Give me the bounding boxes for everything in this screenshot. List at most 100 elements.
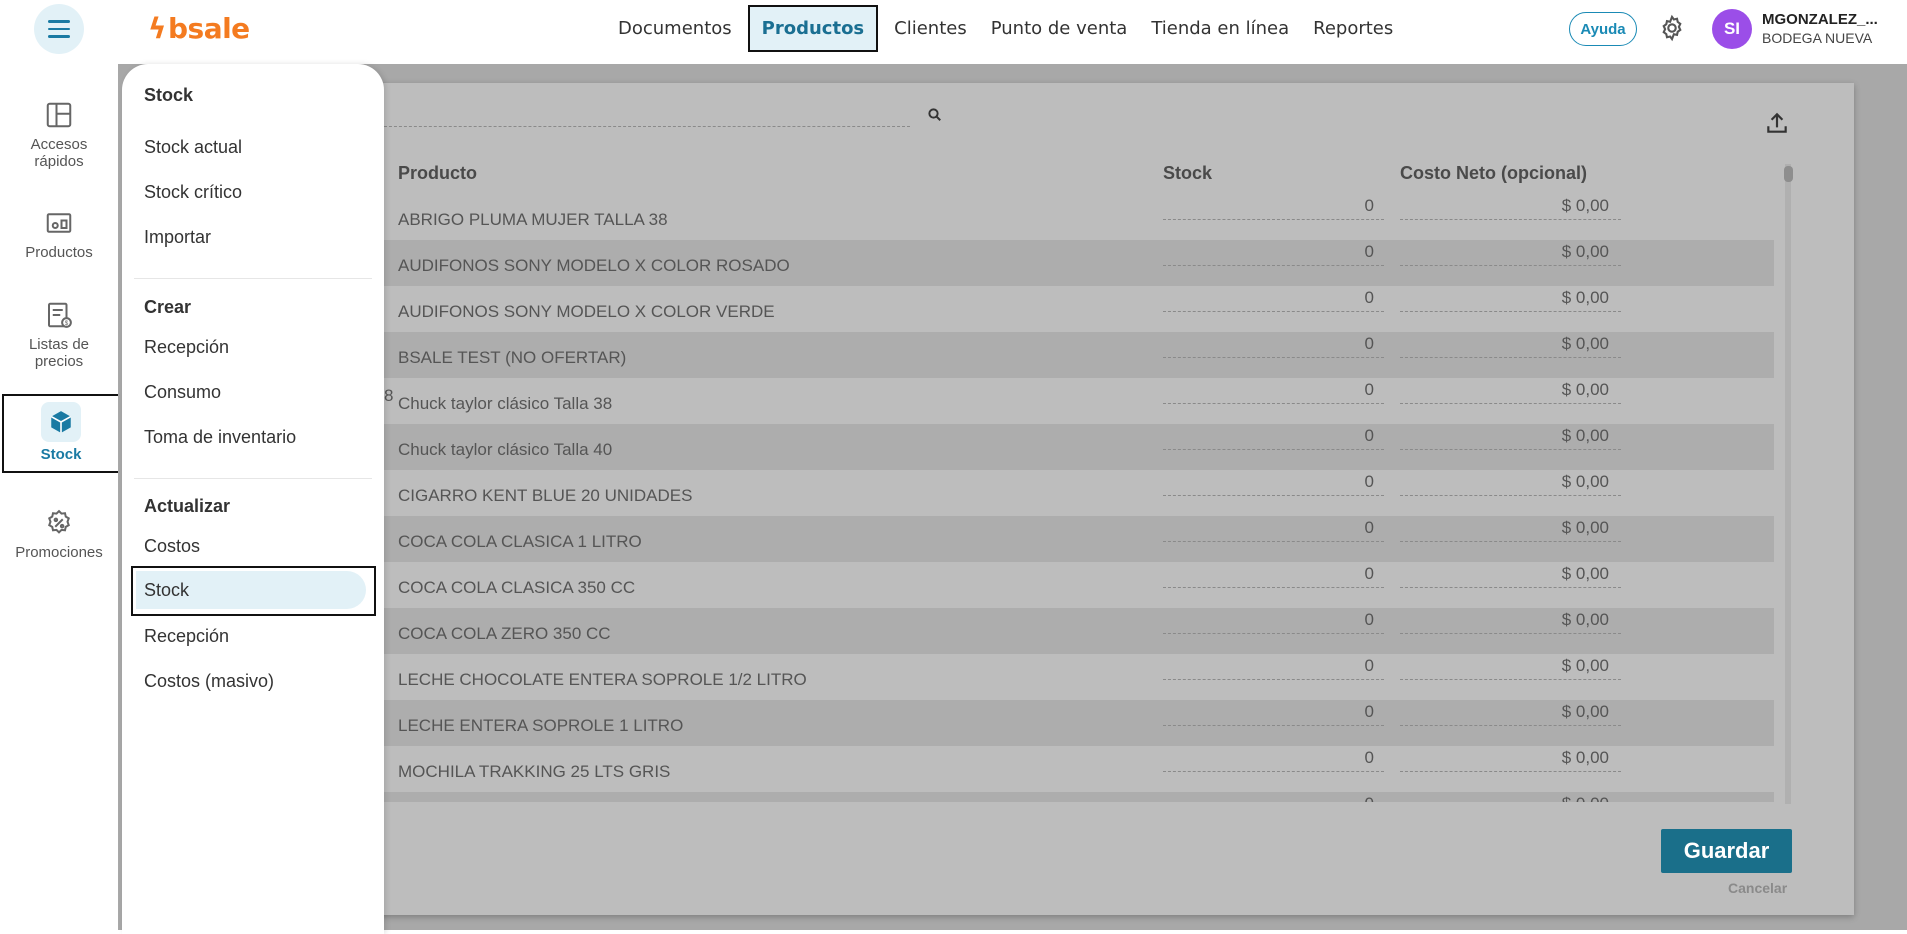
hamburger-icon bbox=[48, 18, 70, 41]
stray-text: 8 bbox=[384, 386, 394, 405]
product-name: COCA COLA ZERO 350 CC bbox=[398, 624, 611, 643]
sidebar-item-stock[interactable]: Stock bbox=[2, 394, 120, 473]
bolt-icon: ϟ bbox=[148, 12, 166, 45]
avatar[interactable]: SI bbox=[1712, 9, 1752, 49]
cost-input[interactable]: $ 0,00 bbox=[1400, 518, 1621, 542]
sidebar-item-accesos-rapidos[interactable]: Accesos rápidos bbox=[0, 100, 118, 170]
price-list-icon: $ bbox=[48, 302, 72, 328]
nav-reportes[interactable]: Reportes bbox=[1301, 10, 1405, 47]
bsale-logo[interactable]: ϟ bsale bbox=[148, 12, 250, 45]
stock-input[interactable]: 0 bbox=[1163, 334, 1384, 358]
stock-input[interactable]: 0 bbox=[1163, 472, 1384, 496]
menu-item-stock-critico[interactable]: Stock crítico bbox=[144, 182, 242, 203]
cost-input[interactable]: $ 0,00 bbox=[1400, 656, 1621, 680]
cost-input[interactable]: $ 0,00 bbox=[1400, 610, 1621, 634]
stock-input[interactable]: 0 bbox=[1163, 518, 1384, 542]
cancel-link[interactable]: Cancelar bbox=[1728, 880, 1787, 896]
search-input[interactable] bbox=[384, 126, 910, 127]
column-header-costo-neto: Costo Neto (opcional) bbox=[1400, 163, 1587, 183]
nav-documentos[interactable]: Documentos bbox=[606, 10, 744, 47]
upload-icon[interactable] bbox=[1764, 110, 1790, 136]
product-name: COCA COLA CLASICA 1 LITRO bbox=[398, 532, 642, 551]
table-row: COCA COLA CLASICA 1 LITRO 0 $ 0,00 bbox=[340, 516, 1774, 562]
cost-input[interactable]: $ 0,00 bbox=[1400, 380, 1621, 404]
stock-input[interactable]: 0 bbox=[1163, 564, 1384, 588]
product-name: LECHE ENTERA SOPROLE 1 LITRO bbox=[398, 716, 684, 735]
stock-input[interactable]: 0 bbox=[1163, 242, 1384, 266]
cost-input[interactable]: $ 0,00 bbox=[1400, 334, 1621, 358]
menu-section-crear: Crear bbox=[144, 297, 192, 317]
search-icon[interactable] bbox=[926, 106, 944, 124]
store-name: BODEGA NUEVA bbox=[1762, 30, 1873, 46]
nav-clientes[interactable]: Clientes bbox=[882, 10, 979, 47]
main-nav: Documentos Productos Clientes Punto de v… bbox=[606, 0, 1405, 56]
box-icon bbox=[50, 411, 72, 433]
menu-item-costos-masivo[interactable]: Costos (masivo) bbox=[144, 671, 274, 692]
sidebar-item-listas-de-precios[interactable]: $ Listas de precios bbox=[0, 300, 118, 370]
menu-section-actualizar: Actualizar bbox=[144, 496, 231, 516]
menu-item-toma-de-inventario[interactable]: Toma de inventario bbox=[144, 427, 296, 448]
user-info[interactable]: MGONZALEZ_... BODEGA NUEVA bbox=[1762, 10, 1878, 48]
table-row: COCA COLA CLASICA 350 CC 0 $ 0,00 bbox=[340, 562, 1774, 608]
table-row: LECHE ENTERA SOPROLE 1 LITRO 0 $ 0,00 bbox=[340, 700, 1774, 746]
menu-item-label: Stock bbox=[144, 580, 190, 600]
menu-item-actualizar-recepcion[interactable]: Recepción bbox=[144, 626, 229, 647]
nav-productos[interactable]: Productos bbox=[747, 4, 879, 52]
table-row: BSALE TEST (NO OFERTAR) 0 $ 0,00 bbox=[340, 332, 1774, 378]
help-button[interactable]: Ayuda bbox=[1569, 12, 1637, 46]
menu-item-recepcion[interactable]: Recepción bbox=[144, 337, 229, 358]
sidebar-label: Stock bbox=[40, 446, 82, 463]
cost-input[interactable]: $ 0,00 bbox=[1400, 288, 1621, 312]
table-scrollbar-track[interactable] bbox=[1785, 164, 1791, 804]
table-row: Chuck taylor clásico Talla 38 0 $ 0,00 bbox=[340, 378, 1774, 424]
menu-item-consumo[interactable]: Consumo bbox=[144, 382, 221, 403]
menu-item-importar[interactable]: Importar bbox=[144, 227, 211, 248]
cost-input[interactable]: $ 0,00 bbox=[1400, 702, 1621, 726]
gear-icon[interactable] bbox=[1658, 14, 1686, 42]
save-button[interactable]: Guardar bbox=[1661, 829, 1792, 873]
user-name: MGONZALEZ_... bbox=[1762, 11, 1878, 28]
logo-text: bsale bbox=[167, 12, 250, 45]
product-table: ABRIGO PLUMA MUJER TALLA 38 0 $ 0,00 AUDIF… bbox=[340, 194, 1774, 802]
sidebar-label: precios bbox=[34, 353, 84, 370]
stock-dropdown-menu: Stock Stock actual Stock crítico Importa… bbox=[122, 64, 384, 934]
table-row: MOCHILA TRAKKING 25 LTS GRIS 0 $ 0,00 bbox=[340, 746, 1774, 792]
menu-item-actualizar-stock[interactable]: Stock bbox=[131, 566, 376, 616]
menu-item-stock-actual[interactable]: Stock actual bbox=[144, 137, 242, 158]
stock-input[interactable]: 0 bbox=[1163, 794, 1384, 802]
nav-punto-de-venta[interactable]: Punto de venta bbox=[979, 10, 1140, 47]
sidebar-item-productos[interactable]: Productos bbox=[0, 208, 118, 261]
stock-input[interactable]: 0 bbox=[1163, 748, 1384, 772]
cost-input[interactable]: $ 0,00 bbox=[1400, 748, 1621, 772]
table-row: CIGARRO KENT BLUE 20 UNIDADES 0 $ 0,00 bbox=[340, 470, 1774, 516]
stock-input[interactable]: 0 bbox=[1163, 656, 1384, 680]
product-name: AUDIFONOS SONY MODELO X COLOR VERDE bbox=[398, 302, 775, 321]
cost-input[interactable]: $ 0,00 bbox=[1400, 242, 1621, 266]
cost-input[interactable]: $ 0,00 bbox=[1400, 564, 1621, 588]
stock-input[interactable]: 0 bbox=[1163, 702, 1384, 726]
stock-input[interactable]: 0 bbox=[1163, 426, 1384, 450]
left-sidebar: Accesos rápidos Productos $ Listas de pr… bbox=[0, 64, 120, 930]
stock-input[interactable]: 0 bbox=[1163, 196, 1384, 220]
stock-input[interactable]: 0 bbox=[1163, 380, 1384, 404]
sidebar-label: Productos bbox=[25, 244, 93, 261]
column-header-stock: Stock bbox=[1163, 163, 1213, 183]
product-name: AUDIFONOS SONY MODELO X COLOR ROSADO bbox=[398, 256, 790, 275]
menu-item-costos[interactable]: Costos bbox=[144, 536, 200, 557]
cost-input[interactable]: $ 0,00 bbox=[1400, 196, 1621, 220]
product-name: Chuck taylor clásico Talla 38 bbox=[398, 394, 613, 413]
cost-input[interactable]: $ 0,00 bbox=[1400, 426, 1621, 450]
table-row: LECHE CHOCOLATE ENTERA SOPROLE 1/2 LITRO… bbox=[340, 654, 1774, 700]
table-row: ABRIGO PLUMA MUJER TALLA 38 0 $ 0,00 bbox=[340, 194, 1774, 240]
table-scrollbar-thumb[interactable] bbox=[1784, 166, 1793, 182]
column-header-producto: Producto bbox=[398, 163, 477, 183]
cost-input[interactable]: $ 0,00 bbox=[1400, 472, 1621, 496]
cost-input[interactable]: $ 0,00 bbox=[1400, 794, 1621, 802]
sidebar-item-promociones[interactable]: Promociones bbox=[0, 508, 118, 561]
products-icon bbox=[46, 213, 72, 233]
nav-tienda-en-linea[interactable]: Tienda en línea bbox=[1139, 10, 1301, 47]
menu-toggle-button[interactable] bbox=[34, 4, 84, 54]
stock-input[interactable]: 0 bbox=[1163, 288, 1384, 312]
stock-input[interactable]: 0 bbox=[1163, 610, 1384, 634]
product-name: ABRIGO PLUMA MUJER TALLA 38 bbox=[398, 210, 668, 229]
